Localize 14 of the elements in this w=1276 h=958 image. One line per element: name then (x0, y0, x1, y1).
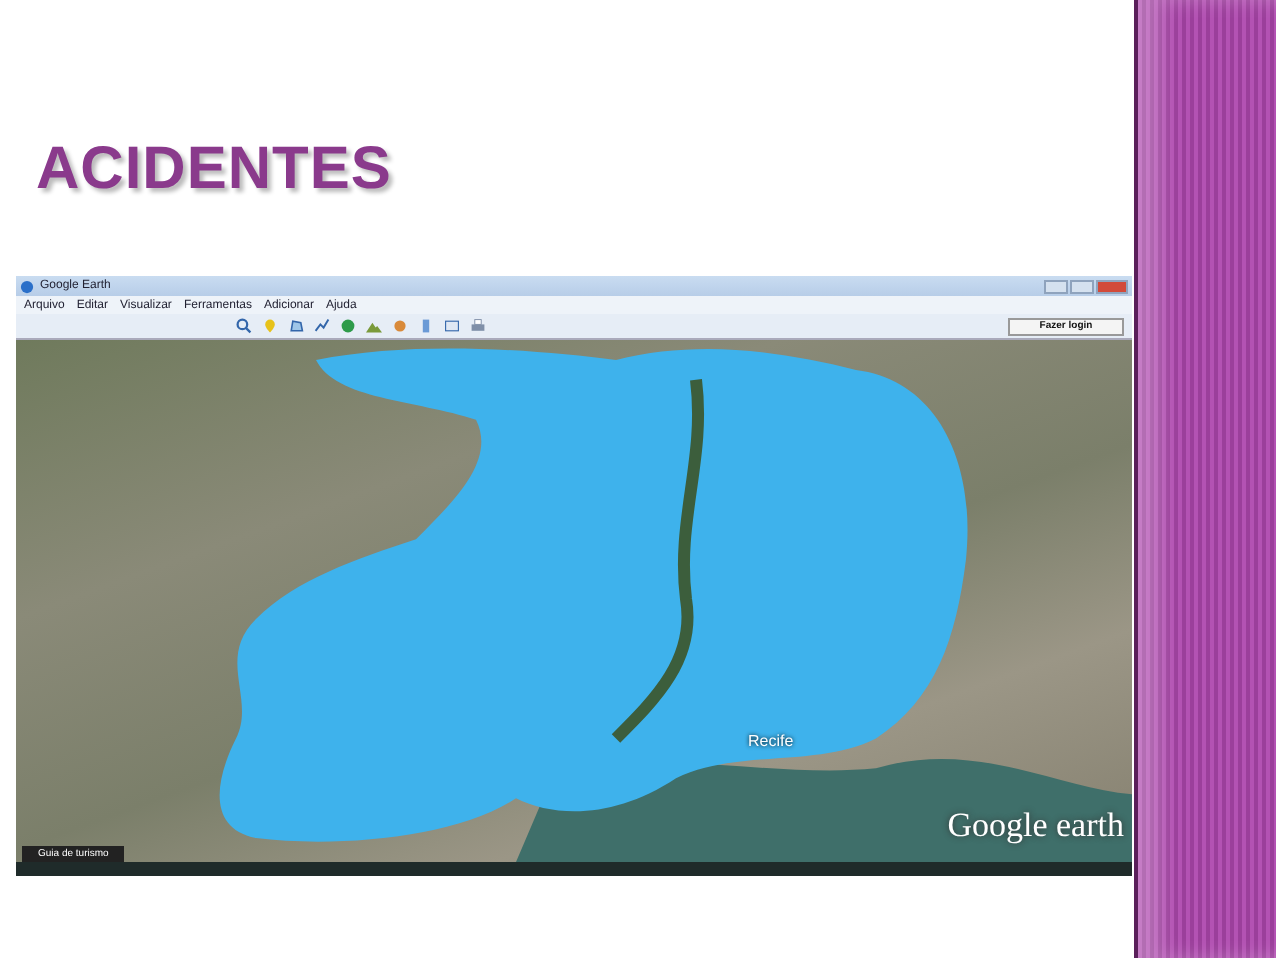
slide-title: ACIDENTES (36, 134, 394, 206)
globe-icon (20, 279, 34, 293)
polygon-icon[interactable] (288, 318, 304, 334)
minimize-button[interactable] (1044, 279, 1068, 293)
printer-icon[interactable] (470, 318, 486, 334)
mountain-icon[interactable] (366, 318, 382, 334)
envelope-icon[interactable] (444, 318, 460, 334)
maximize-button[interactable] (1070, 279, 1094, 293)
search-icon[interactable] (236, 318, 252, 334)
place-label: Recife (748, 732, 794, 750)
path-icon[interactable] (314, 318, 330, 334)
globe-icon[interactable] (340, 318, 356, 334)
close-button[interactable] (1096, 279, 1128, 293)
app-logo: Google earth (947, 806, 1124, 846)
